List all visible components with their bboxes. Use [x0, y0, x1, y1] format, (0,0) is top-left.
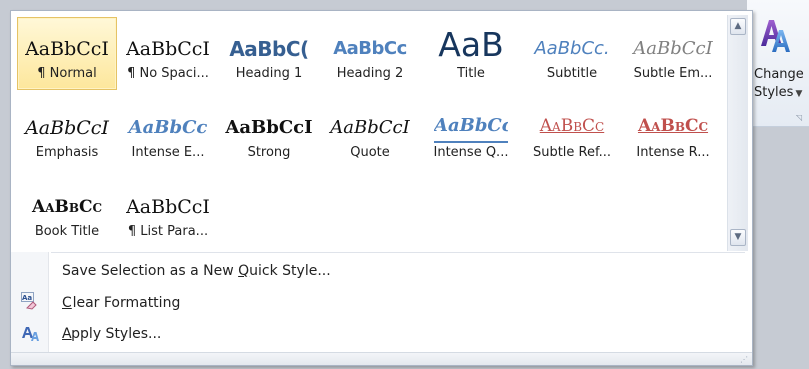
scroll-up-icon: ▲: [734, 21, 742, 31]
style-tile-book-title[interactable]: AaBbCc Book Title: [17, 175, 117, 248]
style-name: Subtle Ref...: [532, 145, 612, 160]
style-sample: AaBbCc: [637, 116, 709, 136]
resize-grip-icon[interactable]: ⋰: [740, 355, 748, 364]
gallery-scrollbar: ▲ ▼: [727, 15, 748, 251]
style-name: ¶ No Spaci...: [127, 66, 209, 81]
style-name: Subtle Em...: [633, 66, 713, 81]
style-name: ¶ List Para...: [127, 224, 209, 239]
style-sample: AaBbCcI: [633, 38, 713, 59]
style-name: Quote: [350, 145, 390, 160]
style-tile-intense-quote[interactable]: AaBbCc Intense Q...: [421, 96, 521, 169]
style-sample: AaBbCcI: [225, 117, 313, 138]
change-styles-label-line2: Styles ▼: [754, 85, 803, 100]
style-tile-list-paragraph[interactable]: AaBbCcI ¶ List Para...: [118, 175, 218, 248]
style-sample: AaBbCcI: [25, 38, 109, 60]
style-tile-title[interactable]: AaB Title: [421, 17, 521, 90]
style-sample: AaBbCc: [31, 197, 103, 217]
style-tile-heading-2[interactable]: AaBbCc Heading 2: [320, 17, 420, 90]
style-name: Title: [457, 66, 485, 81]
style-sample: AaBbCc: [128, 117, 208, 138]
style-sample: AaBbCcI: [25, 117, 109, 139]
style-name: Heading 1: [235, 66, 303, 81]
save-selection-as-quick-style-item[interactable]: Save Selection as a New Quick Style...: [62, 263, 331, 279]
clear-formatting-label: Clear Formatting: [72, 295, 181, 311]
style-sample: AaB: [438, 28, 504, 62]
style-tile-heading-1[interactable]: AaBbC( Heading 1: [219, 17, 319, 90]
style-name: Book Title: [34, 224, 100, 239]
style-name: Intense E...: [131, 145, 205, 160]
scroll-up-button[interactable]: ▲: [730, 18, 746, 35]
apply-styles-label: Apply Styles...: [71, 326, 162, 342]
style-name: Intense Q...: [433, 145, 509, 160]
dialog-launcher-icon[interactable]: ◹: [796, 113, 806, 122]
menu-separator: [51, 252, 745, 253]
style-tile-subtitle[interactable]: AaBbCc. Subtitle: [522, 17, 622, 90]
style-tile-subtle-reference[interactable]: AaBbCc Subtle Ref...: [522, 96, 622, 169]
style-tile-quote[interactable]: AaBbCcI Quote: [320, 96, 420, 169]
scroll-down-icon: ▼: [734, 232, 742, 242]
style-tile-emphasis[interactable]: AaBbCcI Emphasis: [17, 96, 117, 169]
scroll-down-button[interactable]: ▼: [730, 229, 746, 246]
style-sample: AaBbCc: [539, 116, 605, 136]
quick-styles-gallery-dropdown: AaBbCcI ¶ Normal AaBbCcI ¶ No Spaci... A…: [10, 10, 753, 366]
style-tile-normal[interactable]: AaBbCcI ¶ Normal: [17, 17, 117, 90]
change-styles-button[interactable]: Change Styles ▼: [751, 6, 809, 106]
style-tile-no-spacing[interactable]: AaBbCcI ¶ No Spaci...: [118, 17, 218, 90]
style-tile-intense-reference[interactable]: AaBbCc Intense R...: [623, 96, 723, 169]
style-sample: AaBbCcI: [126, 196, 210, 218]
resize-bar[interactable]: ⋰: [11, 352, 752, 365]
style-tile-intense-emphasis[interactable]: AaBbCc Intense E...: [118, 96, 218, 169]
style-name: ¶ Normal: [37, 66, 97, 81]
apply-styles-item[interactable]: AApply Styles...: [62, 326, 161, 342]
style-sample: AaBbCc.: [534, 38, 610, 59]
style-name: Intense R...: [636, 145, 710, 160]
apply-styles-icon: [22, 327, 39, 341]
change-styles-icon: [761, 20, 790, 52]
change-styles-label-line1: Change: [754, 67, 804, 82]
quick-styles-grid: AaBbCcI ¶ Normal AaBbCcI ¶ No Spaci... A…: [15, 15, 726, 249]
style-sample: AaBbCc: [434, 111, 508, 143]
style-tile-subtle-emphasis[interactable]: AaBbCcI Subtle Em...: [623, 17, 723, 90]
style-tile-strong[interactable]: AaBbCcI Strong: [219, 96, 319, 169]
style-name: Subtitle: [546, 66, 598, 81]
style-sample: AaBbCcI: [330, 117, 410, 138]
style-sample: AaBbCcI: [126, 38, 210, 60]
style-name: Strong: [247, 145, 291, 160]
style-sample: AaBbCc: [333, 38, 407, 59]
dropdown-caret-icon: ▼: [795, 89, 803, 99]
style-name: Emphasis: [35, 145, 99, 160]
style-sample: AaBbC(: [229, 37, 309, 61]
style-name: Heading 2: [336, 66, 404, 81]
clear-formatting-icon: Aa: [21, 292, 37, 310]
clear-formatting-item[interactable]: CClear Formatting: [62, 295, 180, 311]
svg-text:Aa: Aa: [22, 294, 32, 302]
